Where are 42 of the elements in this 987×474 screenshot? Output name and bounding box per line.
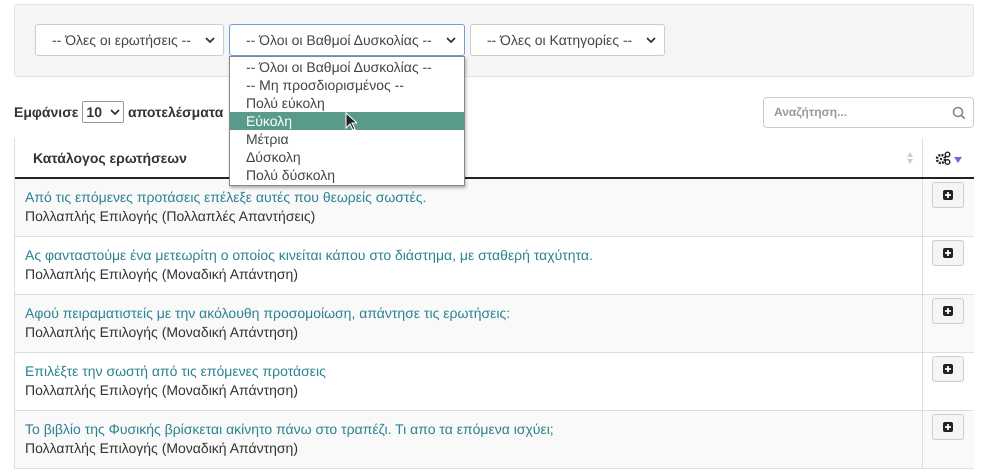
show-label: Εμφάνισε: [14, 104, 78, 120]
add-button[interactable]: [932, 414, 964, 440]
question-link[interactable]: Ας φανταστούμε ένα μετεωρίτη ο οποίος κινείται κάπου στο διάστημα, με σταθερή ταχύτητα.: [25, 247, 593, 263]
dropdown-option[interactable]: Δύσκολη: [230, 148, 464, 166]
question-link[interactable]: Το βιβλίο της Φυσικής βρίσκεται ακίνητο πάνω στο τραπέζι. Τι απο τα επόμενα ισχύει;: [25, 421, 554, 437]
plus-icon: [942, 248, 952, 258]
dropdown-option[interactable]: -- Μη προσδιορισμένος --: [230, 76, 464, 94]
dropdown-option[interactable]: -- Όλοι οι Βαθμοί Δυσκολίας --: [230, 58, 464, 76]
plus-icon: [942, 306, 952, 316]
plus-icon: [942, 364, 952, 374]
dropdown-option[interactable]: Πολύ εύκολη: [230, 94, 464, 112]
question-type: Πολλαπλής Επιλογής (Μοναδική Απάντηση): [25, 382, 298, 398]
question-link[interactable]: Από τις επόμενες προτάσεις επέλεξε αυτές που θεωρείς σωστές.: [25, 189, 426, 205]
question-type: Πολλαπλής Επιλογής (Μοναδική Απάντηση): [25, 324, 298, 340]
question-type: Πολλαπλής Επιλογής (Πολλαπλές Απαντήσεις): [25, 208, 316, 224]
filter-select[interactable]: -- Όλες οι ερωτήσεις --: [35, 24, 224, 56]
question-type: Πολλαπλής Επιλογής (Μοναδική Απάντηση): [25, 440, 298, 456]
plus-icon: [942, 190, 952, 200]
results-label: αποτελέσματα: [128, 104, 224, 120]
sort-icon: [906, 150, 914, 164]
dropdown-option[interactable]: Πολύ δύσκολη: [230, 166, 464, 184]
filter-select[interactable]: -- Όλοι οι Βαθμοί Δυσκολίας --: [228, 24, 465, 56]
question-type: Πολλαπλής Επιλογής (Μοναδική Απάντηση): [25, 266, 298, 282]
add-button[interactable]: [932, 182, 964, 208]
add-button[interactable]: [932, 356, 964, 382]
question-link[interactable]: Αφού πειραματιστείς με την ακόλουθη προσομοίωση, απάντησε τις ερωτήσεις:: [25, 305, 510, 321]
plus-icon: [942, 422, 952, 432]
dropdown-option[interactable]: Μέτρια: [230, 130, 464, 148]
question-link[interactable]: Επιλέξτε την σωστή από τις επόμενες προτάσεις: [25, 363, 326, 379]
cursor-icon: [344, 112, 357, 131]
add-button[interactable]: [932, 240, 964, 266]
add-button[interactable]: [932, 298, 964, 324]
chevron-icon: [110, 108, 120, 116]
chevron-icon: [446, 36, 456, 44]
page-length-select[interactable]: 10: [82, 101, 124, 123]
column-header[interactable]: Κατάλογος ερωτήσεων: [33, 150, 187, 166]
search-icon: [952, 106, 966, 120]
filter-select[interactable]: -- Όλες οι Κατηγορίες --: [470, 24, 666, 56]
chevron-icon: [204, 36, 215, 44]
chevron-icon: [646, 36, 656, 44]
search-field[interactable]: Αναζήτηση...: [763, 96, 974, 128]
gears-menu-icon[interactable]: [934, 150, 962, 164]
